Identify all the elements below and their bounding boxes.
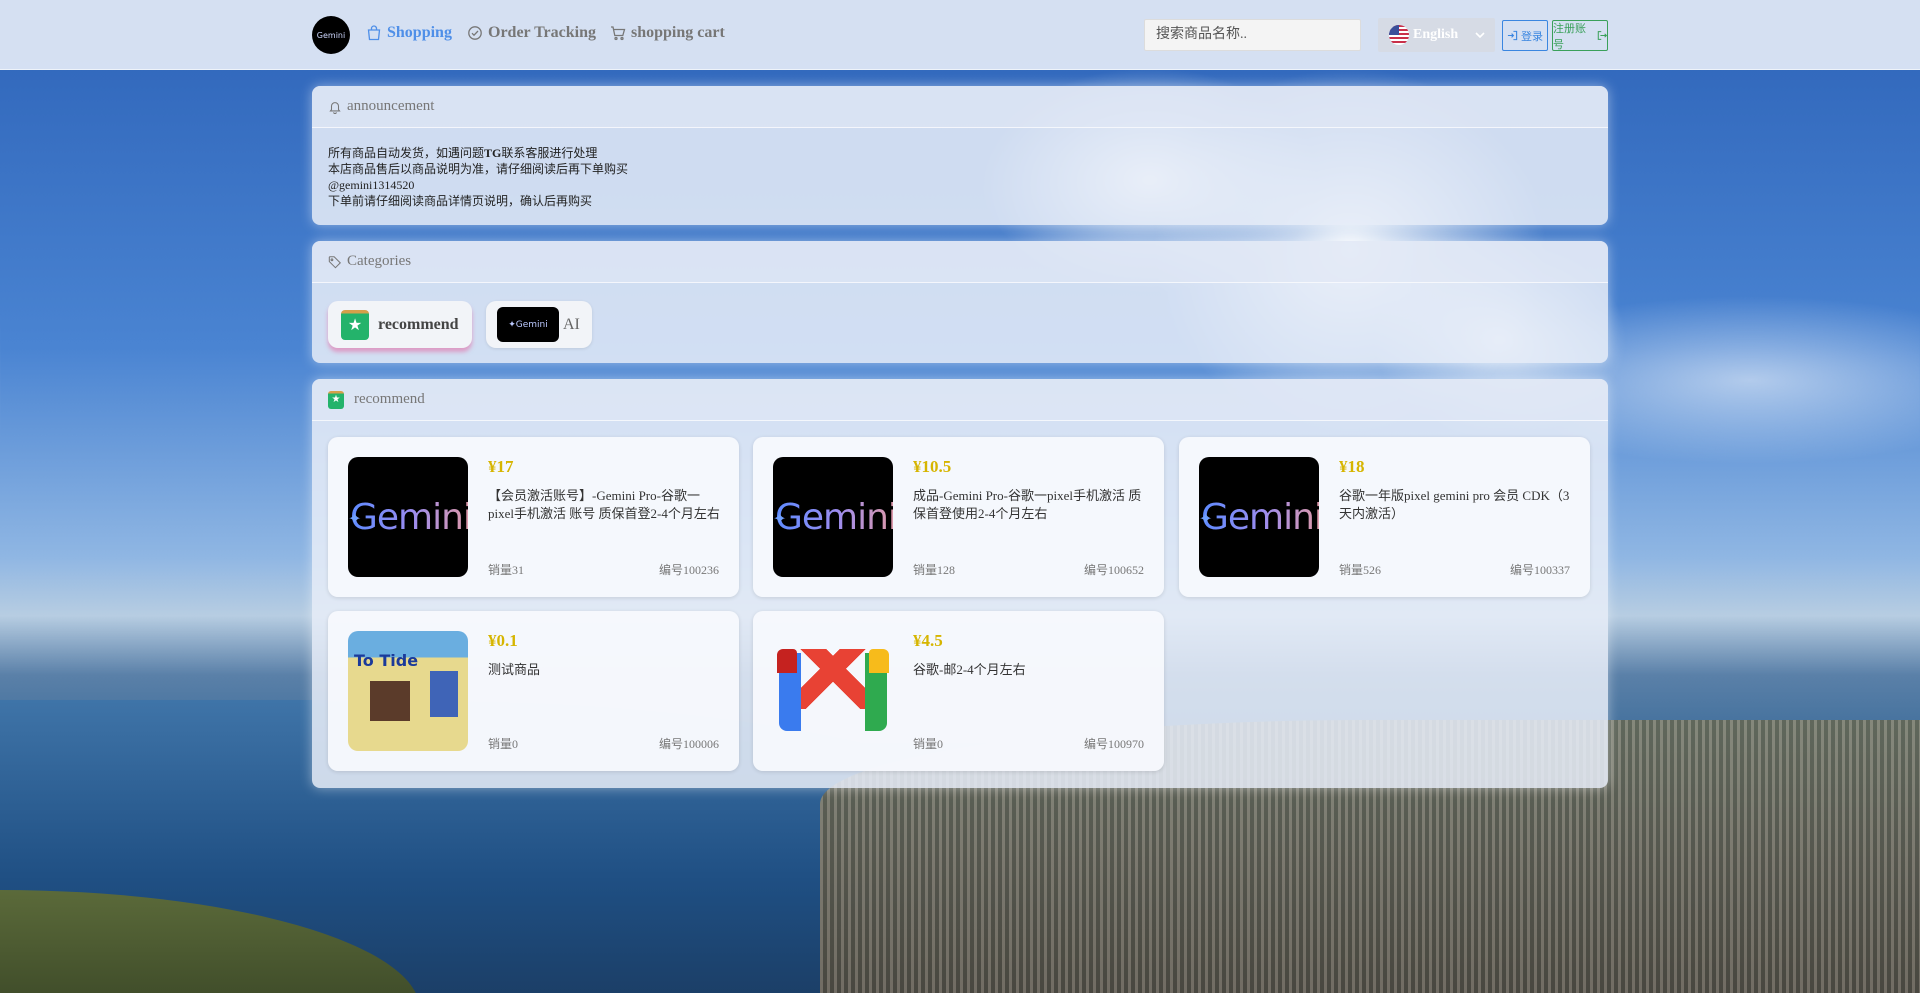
nav-order-tracking[interactable]: Order Tracking bbox=[467, 24, 596, 42]
sign-shape bbox=[430, 671, 458, 717]
gmail-red-corner bbox=[777, 649, 797, 673]
product-card[interactable]: To Tide ¥0.1 测试商品销量0 编号100006 bbox=[328, 611, 739, 771]
thumbnail-text: To Tide bbox=[354, 651, 419, 670]
announcement-line: @gemini1314520 bbox=[328, 177, 1592, 193]
gemini-spark-icon: ✦ bbox=[773, 509, 786, 528]
gemini-logo-icon: ✦Gemini bbox=[497, 307, 559, 342]
product-grid: ✦ Gemini ¥17 【会员激活账号】-Gemini Pro-谷歌一pixel手机… bbox=[312, 421, 1608, 785]
product-card[interactable]: ✦ Gemini ¥17 【会员激活账号】-Gemini Pro-谷歌一pixel手机… bbox=[328, 437, 739, 597]
product-price: ¥17 bbox=[488, 457, 514, 476]
product-price: ¥10.5 bbox=[913, 457, 952, 476]
product-id: 编号100337 bbox=[1509, 563, 1570, 577]
categories-header: Categories bbox=[312, 241, 1608, 283]
login-label: 登录 bbox=[1521, 29, 1543, 43]
star-icon: ★ bbox=[328, 390, 344, 409]
product-id: 编号100652 bbox=[1083, 563, 1144, 577]
categories-title: Categories bbox=[347, 253, 412, 269]
product-sales-count: 销量0 bbox=[913, 737, 944, 751]
product-thumbnail[interactable]: ✦ Gemini bbox=[1199, 457, 1319, 577]
login-button[interactable]: 登录 bbox=[1502, 20, 1548, 51]
product-id: 编号100236 bbox=[658, 563, 719, 577]
announcement-title: announcement bbox=[347, 98, 435, 114]
thumbnail-text: Gemini bbox=[775, 497, 893, 538]
product-price: ¥4.5 bbox=[913, 631, 943, 650]
product-price: ¥0.1 bbox=[488, 631, 518, 650]
gmail-logo-icon[interactable] bbox=[773, 631, 893, 751]
top-navbar: Gemini Shopping Order Tracking shopping … bbox=[0, 0, 1920, 70]
product-id: 编号100006 bbox=[658, 737, 719, 751]
announcement-text: 所有商品自动发货，如遇问题 bbox=[328, 146, 485, 160]
announcement-bold: TG bbox=[484, 146, 502, 160]
product-title[interactable]: 测试商品 bbox=[488, 661, 723, 679]
product-card[interactable]: ✦ Gemini ¥10.5 成品-Gemini Pro-谷歌一pixel手机激活 质… bbox=[753, 437, 1164, 597]
nav-order-tracking-label: Order Tracking bbox=[488, 24, 596, 41]
category-recommend-label: recommend bbox=[378, 315, 459, 333]
star-icon: ★ bbox=[341, 309, 369, 340]
category-ai-label: AI bbox=[563, 315, 580, 333]
product-sales-count: 销量31 bbox=[488, 563, 525, 577]
announcement-header: announcement bbox=[312, 86, 1608, 128]
product-id: 编号100970 bbox=[1083, 737, 1144, 751]
tag-icon bbox=[328, 255, 341, 268]
register-button[interactable]: 注册账号 bbox=[1552, 20, 1608, 51]
products-panel: ★ recommend ✦ Gemini ¥17 【会员激活账号】-Gemini Pr… bbox=[312, 379, 1608, 788]
product-title[interactable]: 谷歌一年版pixel gemini pro 会员 CDK（3天内激活） bbox=[1339, 487, 1574, 523]
product-sales-count: 销量128 bbox=[913, 563, 956, 577]
product-title[interactable]: 成品-Gemini Pro-谷歌一pixel手机激活 质保首登使用2-4个月左右 bbox=[913, 487, 1148, 523]
announcement-text: 联系客服进行处理 bbox=[501, 146, 598, 160]
announcement-line: 下单前请仔细阅读商品详情页说明，确认后再购买 bbox=[328, 193, 1592, 209]
check-circle-icon bbox=[468, 26, 482, 40]
product-thumbnail[interactable]: ✦ Gemini bbox=[773, 457, 893, 577]
products-title: recommend bbox=[354, 391, 425, 407]
category-recommend[interactable]: ★ recommend bbox=[328, 301, 472, 348]
products-header: ★ recommend bbox=[312, 379, 1608, 421]
login-icon bbox=[1507, 30, 1518, 41]
gemini-spark-icon: ✦ bbox=[1199, 509, 1212, 528]
thumbnail-text: Gemini bbox=[350, 497, 468, 538]
search-input[interactable] bbox=[1144, 19, 1361, 51]
announcement-text: 下单前请仔细阅读商品详情页说明，确认后再购买 bbox=[328, 194, 593, 208]
product-title[interactable]: 【会员激活账号】-Gemini Pro-谷歌一pixel手机激活 账号 质保首登… bbox=[488, 487, 723, 523]
language-label: English bbox=[1413, 27, 1459, 42]
announcement-contact: @gemini1314520 bbox=[328, 178, 415, 192]
cart-icon bbox=[611, 26, 626, 41]
announcement-panel: announcement 所有商品自动发货，如遇问题TG联系客服进行处理 本店商… bbox=[312, 86, 1608, 225]
shopping-bag-icon bbox=[367, 25, 381, 41]
window-shape bbox=[370, 681, 410, 721]
product-card[interactable]: ✦ Gemini ¥18 谷歌一年版pixel gemini pro 会员 CDK（3… bbox=[1179, 437, 1590, 597]
product-sales-count: 销量526 bbox=[1339, 563, 1382, 577]
register-icon bbox=[1597, 31, 1607, 40]
product-sales-count: 销量0 bbox=[488, 737, 519, 751]
product-price: ¥18 bbox=[1339, 457, 1365, 476]
product-title[interactable]: 谷歌-邮2-4个月左右 bbox=[913, 661, 1148, 679]
thumbnail-text: Gemini bbox=[1201, 497, 1319, 538]
gemini-badge-text: ✦Gemini bbox=[508, 319, 548, 330]
register-label: 注册账号 bbox=[1553, 21, 1586, 51]
product-thumbnail[interactable]: To Tide bbox=[348, 631, 468, 751]
category-ai[interactable]: ✦Gemini AI bbox=[486, 301, 592, 348]
gemini-spark-icon: ✦ bbox=[348, 509, 361, 528]
categories-panel: Categories ★ recommend ✦Gemini AI bbox=[312, 241, 1608, 363]
nav-shopping[interactable]: Shopping bbox=[366, 24, 452, 42]
logo-text: Gemini bbox=[316, 30, 346, 40]
chevron-down-icon bbox=[1475, 32, 1485, 39]
site-logo[interactable]: Gemini bbox=[312, 16, 350, 54]
announcement-text: 本店商品售后以商品说明为准，请仔细阅读后再下单购买 bbox=[328, 162, 629, 176]
bell-icon bbox=[329, 101, 341, 114]
announcement-line: 本店商品售后以商品说明为准，请仔细阅读后再下单购买 bbox=[328, 161, 1592, 177]
product-card[interactable]: ¥4.5 谷歌-邮2-4个月左右销量0 编号100970 bbox=[753, 611, 1164, 771]
product-thumbnail[interactable]: ✦ Gemini bbox=[348, 457, 468, 577]
us-flag-icon bbox=[1389, 25, 1409, 45]
gmail-envelope-shape bbox=[791, 649, 875, 709]
nav-shopping-label: Shopping bbox=[387, 24, 452, 41]
nav-shopping-cart-label: shopping cart bbox=[631, 24, 725, 41]
language-selector[interactable]: English bbox=[1378, 18, 1495, 52]
announcement-body: 所有商品自动发货，如遇问题TG联系客服进行处理 本店商品售后以商品说明为准，请仔… bbox=[312, 128, 1608, 209]
gmail-yellow-corner bbox=[869, 649, 889, 673]
nav-shopping-cart[interactable]: shopping cart bbox=[610, 24, 725, 42]
announcement-line: 所有商品自动发货，如遇问题TG联系客服进行处理 bbox=[328, 145, 1592, 161]
